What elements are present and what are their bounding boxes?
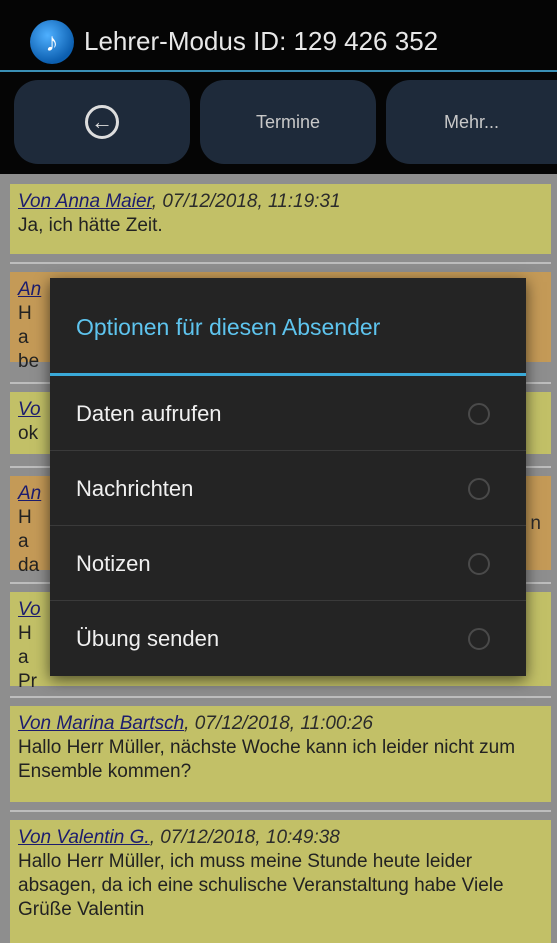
title-bar: ♪ Lehrer-Modus ID: 129 426 352 [0,0,557,72]
dialog-title: Optionen für diesen Absender [76,314,381,340]
option-daten-aufrufen[interactable]: Daten aufrufen [50,376,526,451]
message-body: Hallo Herr Müller, nächste Woche kann ic… [18,737,516,782]
music-note-icon: ♪ [30,20,74,64]
radio-button[interactable] [468,478,490,500]
message-item[interactable]: Von Marina Bartsch, 07/12/2018, 11:00:26… [10,706,551,802]
radio-button[interactable] [468,403,490,425]
back-button[interactable]: ← [14,80,190,164]
option-nachrichten[interactable]: Nachrichten [50,451,526,526]
message-item[interactable]: Von Anna Maier, 07/12/2018, 11:19:31 Ja,… [10,184,551,254]
message-timestamp: , 07/12/2018, 11:00:26 [184,713,373,734]
message-body: Ha Pr [18,623,37,692]
option-notizen[interactable]: Notizen [50,526,526,601]
divider [10,696,551,698]
divider [10,810,551,812]
nav-bar: ← Termine Mehr... [0,72,557,174]
radio-button[interactable] [468,628,490,650]
sender-link[interactable]: Von Valentin G. [18,827,150,848]
option-label: Notizen [76,551,151,576]
message-timestamp: , 07/12/2018, 11:19:31 [151,191,341,212]
option-label: Übung senden [76,626,220,651]
sender-link[interactable]: Von Anna Maier [18,191,152,212]
radio-button[interactable] [468,553,490,575]
sender-options-dialog: Optionen für diesen Absender Daten aufru… [50,278,526,676]
sender-link[interactable]: Vo [18,399,41,420]
divider [10,262,551,264]
message-body: Hallo Herr Müller, ich muss meine Stunde… [18,851,504,920]
option-label: Daten aufrufen [76,401,222,426]
message-timestamp: , 07/12/2018, 10:49:38 [149,827,340,848]
sender-link[interactable]: An [18,279,41,300]
app-title: Lehrer-Modus ID: 129 426 352 [84,26,439,56]
message-body: Ha be [18,303,40,372]
option-uebung-senden[interactable]: Übung senden [50,601,526,676]
message-header: Von Anna Maier, 07/12/2018, 11:19:31 [18,190,543,214]
sender-link[interactable]: An [18,483,41,504]
sender-link[interactable]: Vo [18,599,41,620]
mehr-button[interactable]: Mehr... [386,80,557,164]
message-header: Von Valentin G., 07/12/2018, 10:49:38 [18,826,543,850]
message-body: Ha da [18,507,40,576]
option-label: Nachrichten [76,476,194,501]
termine-button[interactable]: Termine [200,80,376,164]
message-body-fragment: n [530,513,541,534]
message-item[interactable]: Von Valentin G., 07/12/2018, 10:49:38 Ha… [10,820,551,943]
back-arrow-circle-icon: ← [85,105,119,139]
message-header: Von Marina Bartsch, 07/12/2018, 11:00:26 [18,712,543,736]
message-body: Ja, ich hätte Zeit. [18,215,163,236]
sender-link[interactable]: Von Marina Bartsch [18,713,184,734]
